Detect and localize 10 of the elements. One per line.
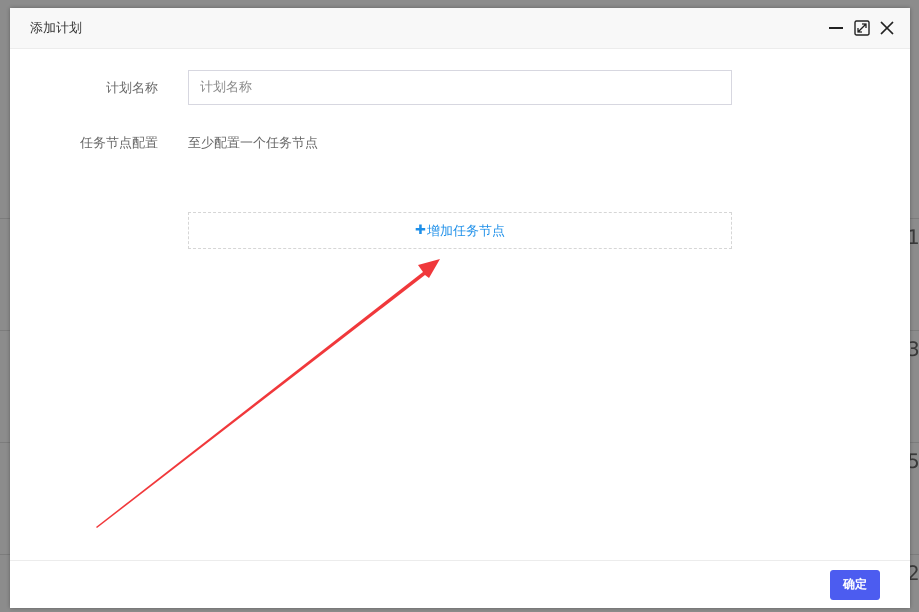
hint-text: 至少配置一个任务节点 (188, 134, 318, 152)
field-label: 计划名称 (105, 80, 159, 96)
add-task-node-button[interactable]: ✚增加任务节点 (188, 212, 732, 249)
plan-name-field[interactable]: 计划名称 (188, 70, 732, 105)
confirm-button[interactable]: 确定 (830, 570, 880, 600)
table-cell: 1 (907, 225, 919, 249)
maximize-icon[interactable] (854, 20, 870, 36)
field-label: 任务节点配置 (79, 134, 159, 152)
close-icon[interactable] (880, 21, 894, 35)
dialog-title: 添加计划 (30, 20, 83, 37)
